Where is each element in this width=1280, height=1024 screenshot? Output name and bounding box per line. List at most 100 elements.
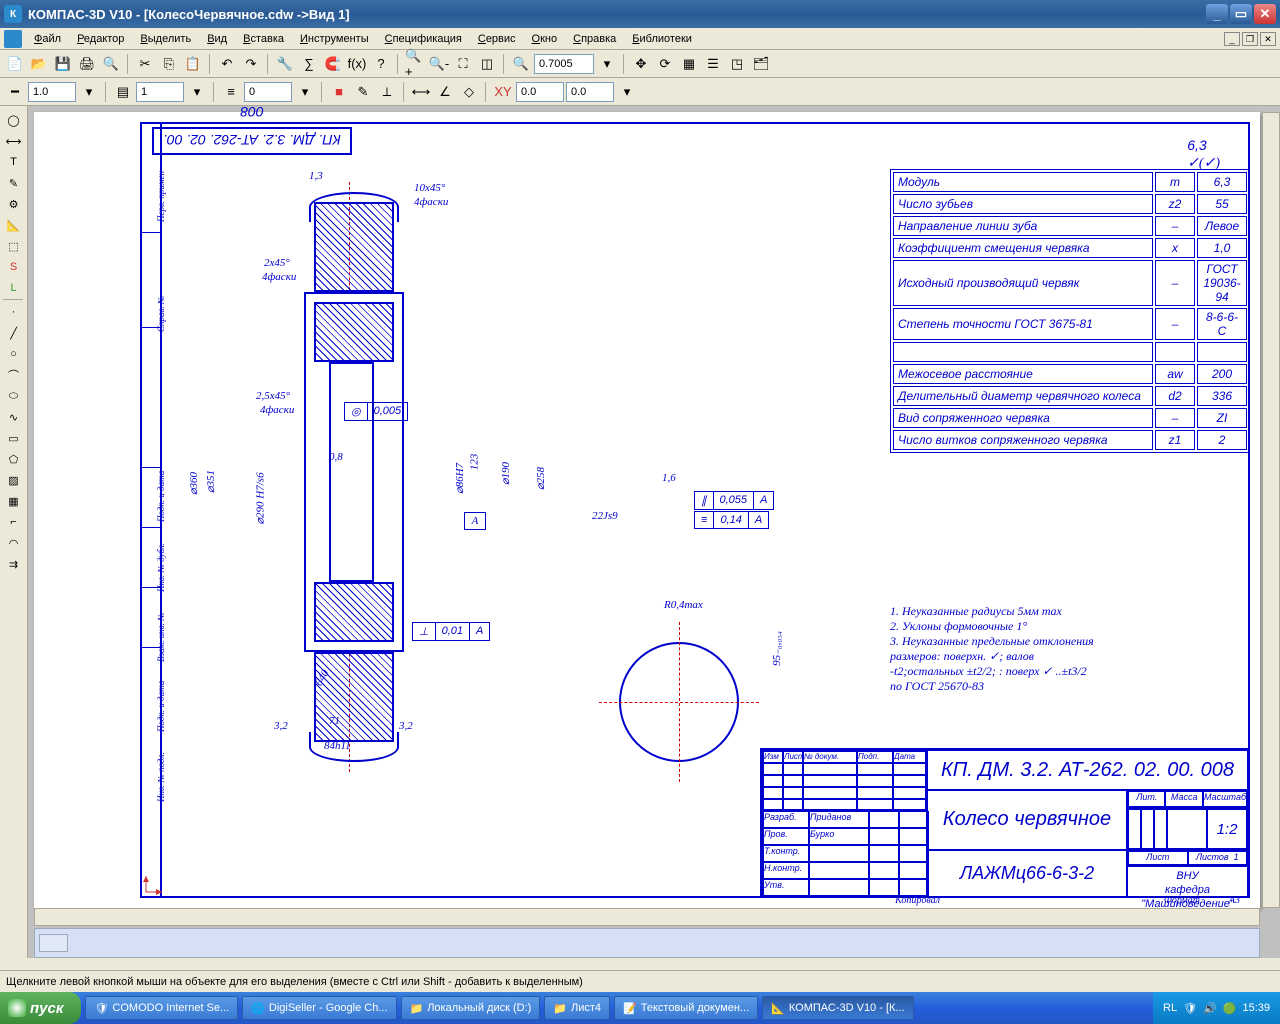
angle-icon[interactable]: ∠ bbox=[434, 81, 456, 103]
hatch2-icon[interactable]: ▦ bbox=[3, 491, 25, 511]
poly-icon[interactable]: ⬠ bbox=[3, 449, 25, 469]
coord-icon[interactable]: XY bbox=[492, 81, 514, 103]
param-icon[interactable]: ⚙ bbox=[3, 194, 25, 214]
help-icon[interactable]: ? bbox=[370, 53, 392, 75]
circle-icon[interactable]: ○ bbox=[3, 344, 25, 364]
zoom-fit-icon[interactable]: ⛶ bbox=[452, 53, 474, 75]
ortho-icon[interactable]: ⟂ bbox=[376, 81, 398, 103]
magnet-icon[interactable]: 🧲 bbox=[322, 53, 344, 75]
tray-icon[interactable]: 🔊 bbox=[1203, 1002, 1217, 1015]
arc-icon[interactable]: ⌒ bbox=[3, 365, 25, 385]
minimize-button[interactable]: _ bbox=[1206, 4, 1228, 24]
task-disk[interactable]: 📁 Локальный диск (D:) bbox=[401, 996, 541, 1020]
ellipse-icon[interactable]: ⬭ bbox=[3, 386, 25, 406]
measure-icon[interactable]: 📐 bbox=[3, 215, 25, 235]
menu-libs[interactable]: Библиотеки bbox=[624, 31, 700, 47]
zoom-prev-icon[interactable]: 🔍 bbox=[510, 53, 532, 75]
close-button[interactable]: ✕ bbox=[1254, 4, 1276, 24]
lib-icon[interactable]: L bbox=[3, 278, 25, 298]
clock[interactable]: 15:39 bbox=[1242, 1002, 1270, 1014]
task-sheet[interactable]: 📁 Лист4 bbox=[544, 996, 610, 1020]
menu-spec[interactable]: Спецификация bbox=[377, 31, 470, 47]
style-icon[interactable]: ≡ bbox=[220, 81, 242, 103]
line-icon[interactable]: ╱ bbox=[3, 323, 25, 343]
tree-icon[interactable]: 🗂 bbox=[750, 53, 772, 75]
menu-service[interactable]: Сервис bbox=[470, 31, 524, 47]
layer-dd[interactable]: ▾ bbox=[186, 81, 208, 103]
menu-insert[interactable]: Вставка bbox=[235, 31, 292, 47]
tray-icon[interactable]: 🟢 bbox=[1223, 1002, 1237, 1015]
vars-icon[interactable]: ∑ bbox=[298, 53, 320, 75]
menu-tools[interactable]: Инструменты bbox=[292, 31, 377, 47]
task-kompas[interactable]: 📐 КОМПАС-3D V10 - [К... bbox=[762, 996, 913, 1020]
system-tray[interactable]: RL 🛡 🔊 🟢 15:39 bbox=[1153, 992, 1280, 1024]
mdi-min[interactable]: _ bbox=[1224, 32, 1240, 46]
style-dd[interactable]: ▾ bbox=[294, 81, 316, 103]
cut-icon[interactable]: ✂ bbox=[134, 53, 156, 75]
maximize-button[interactable]: ▭ bbox=[1230, 4, 1252, 24]
color-icon[interactable]: ■ bbox=[328, 81, 350, 103]
menu-help[interactable]: Справка bbox=[565, 31, 624, 47]
views-icon[interactable]: ◳ bbox=[726, 53, 748, 75]
redo-icon[interactable]: ↷ bbox=[240, 53, 262, 75]
hatch-icon[interactable]: ▨ bbox=[3, 470, 25, 490]
layers-icon[interactable]: ☰ bbox=[702, 53, 724, 75]
x-input[interactable]: 0.0 bbox=[516, 82, 564, 102]
paste-icon[interactable]: 📋 bbox=[182, 53, 204, 75]
menu-view[interactable]: Вид bbox=[199, 31, 235, 47]
undo-icon[interactable]: ↶ bbox=[216, 53, 238, 75]
task-notepad[interactable]: 📝 Текстовый докумен... bbox=[614, 996, 758, 1020]
lang-indicator[interactable]: RL bbox=[1163, 1002, 1177, 1014]
vscroll[interactable] bbox=[1262, 112, 1280, 908]
layer-input[interactable]: 1 bbox=[136, 82, 184, 102]
zoom-input[interactable]: 0.7005 bbox=[534, 54, 594, 74]
coord-dd[interactable]: ▾ bbox=[616, 81, 638, 103]
open-icon[interactable]: 📂 bbox=[28, 53, 50, 75]
y-input[interactable]: 0.0 bbox=[566, 82, 614, 102]
zoom-out-icon[interactable]: 🔍- bbox=[428, 53, 450, 75]
pan-icon[interactable]: ✥ bbox=[630, 53, 652, 75]
linestyle-icon[interactable]: ━ bbox=[4, 81, 26, 103]
geom-icon[interactable]: ◯ bbox=[3, 110, 25, 130]
select-icon[interactable]: ⬚ bbox=[3, 236, 25, 256]
snap2-icon[interactable]: ◇ bbox=[458, 81, 480, 103]
dim-icon[interactable]: ⟷ bbox=[410, 81, 432, 103]
menu-file[interactable]: Файл bbox=[26, 31, 69, 47]
fx-icon[interactable]: f(x) bbox=[346, 53, 368, 75]
mdi-restore[interactable]: ❐ bbox=[1242, 32, 1258, 46]
fillet-icon[interactable]: ◠ bbox=[3, 533, 25, 553]
grid-icon[interactable]: ▦ bbox=[678, 53, 700, 75]
layer-icon[interactable]: ▤ bbox=[112, 81, 134, 103]
zoom-in-icon[interactable]: 🔍+ bbox=[404, 53, 426, 75]
preview-icon[interactable]: 🔍 bbox=[100, 53, 122, 75]
save-icon[interactable]: 💾 bbox=[52, 53, 74, 75]
spec-icon[interactable]: S bbox=[3, 257, 25, 277]
task-comodo[interactable]: 🛡 COMODO Internet Se... bbox=[85, 996, 238, 1020]
menu-editor[interactable]: Редактор bbox=[69, 31, 132, 47]
copy-icon[interactable]: ⎘ bbox=[158, 53, 180, 75]
task-chrome[interactable]: 🌐 DigiSeller - Google Ch... bbox=[242, 996, 396, 1020]
text-icon[interactable]: T bbox=[3, 152, 25, 172]
print-icon[interactable]: 🖨 bbox=[76, 53, 98, 75]
menu-select[interactable]: Выделить bbox=[132, 31, 199, 47]
page-tab-1[interactable] bbox=[39, 934, 68, 952]
drawing-canvas[interactable]: КП. ДМ. 3.2. АТ-262. 02. 00. 008 Перв. п… bbox=[34, 112, 1260, 908]
edit-icon[interactable]: ✎ bbox=[3, 173, 25, 193]
tray-icon[interactable]: 🛡 bbox=[1183, 1002, 1197, 1015]
zoom-dd-icon[interactable]: ▾ bbox=[596, 53, 618, 75]
redraw-icon[interactable]: ⟳ bbox=[654, 53, 676, 75]
style-input[interactable]: 0 bbox=[244, 82, 292, 102]
point-icon[interactable]: · bbox=[3, 302, 25, 322]
zoom-window-icon[interactable]: ◫ bbox=[476, 53, 498, 75]
menu-window[interactable]: Окно bbox=[524, 31, 566, 47]
mdi-close[interactable]: ✕ bbox=[1260, 32, 1276, 46]
spline-icon[interactable]: ∿ bbox=[3, 407, 25, 427]
props-icon[interactable]: 🔧 bbox=[274, 53, 296, 75]
new-icon[interactable]: 📄 bbox=[4, 53, 26, 75]
snap-icon[interactable]: ✎ bbox=[352, 81, 374, 103]
rect-icon[interactable]: ▭ bbox=[3, 428, 25, 448]
chamfer-icon[interactable]: ⌐ bbox=[3, 512, 25, 532]
hscroll[interactable] bbox=[34, 908, 1260, 926]
linewidth-input[interactable]: 1.0 bbox=[28, 82, 76, 102]
dim2-icon[interactable]: ⟷ bbox=[3, 131, 25, 151]
